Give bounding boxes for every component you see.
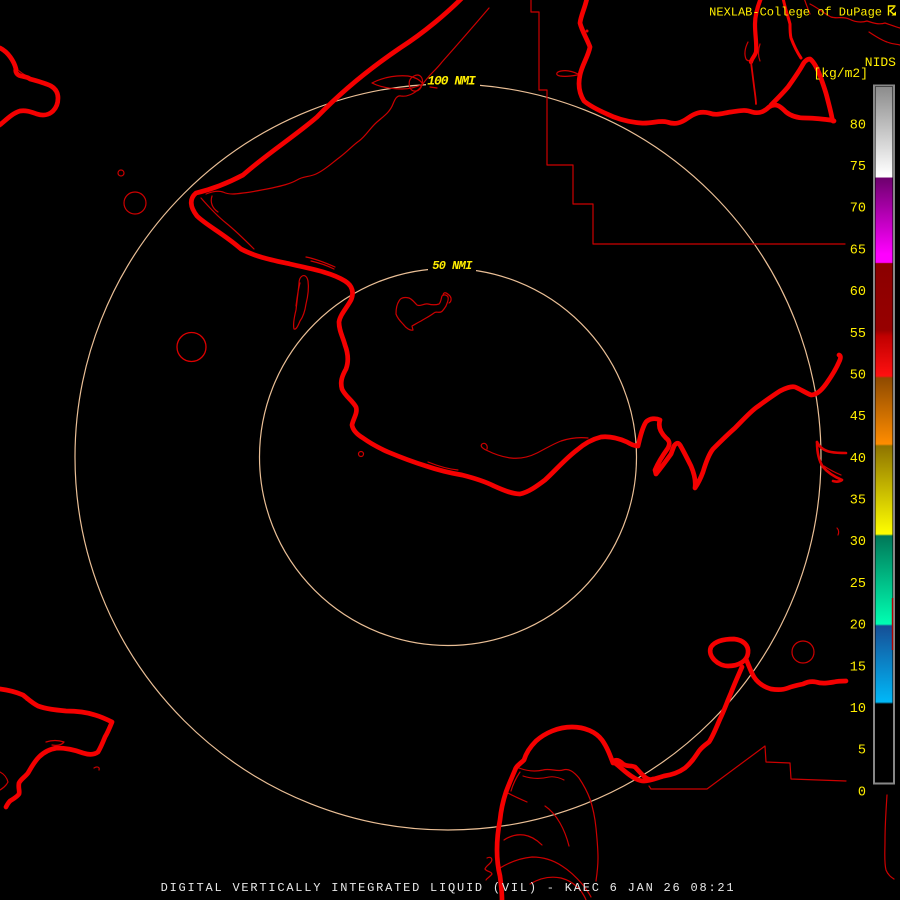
svg-text:40: 40 xyxy=(850,452,866,467)
svg-text:55: 55 xyxy=(850,327,866,342)
svg-text:50 NMI: 50 NMI xyxy=(432,259,473,273)
svg-text:70: 70 xyxy=(850,202,866,217)
svg-text:5: 5 xyxy=(858,744,866,759)
svg-text:20: 20 xyxy=(850,619,866,634)
svg-text:10: 10 xyxy=(850,702,866,717)
svg-text:35: 35 xyxy=(850,494,866,509)
svg-text:0: 0 xyxy=(858,785,866,800)
svg-text:[kg/m2]: [kg/m2] xyxy=(813,66,868,81)
svg-text:100 NMI: 100 NMI xyxy=(427,74,476,89)
svg-text:50: 50 xyxy=(850,368,866,383)
svg-text:75: 75 xyxy=(850,160,866,175)
svg-text:DIGITAL VERTICALLY INTEGRATED: DIGITAL VERTICALLY INTEGRATED LIQUID (VI… xyxy=(161,881,736,895)
svg-text:15: 15 xyxy=(850,660,866,675)
svg-text:25: 25 xyxy=(850,577,866,592)
svg-text:45: 45 xyxy=(850,410,866,425)
svg-text:NEXLAB-College of DuPage: NEXLAB-College of DuPage xyxy=(709,6,882,20)
svg-text:65: 65 xyxy=(850,243,866,258)
svg-text:30: 30 xyxy=(850,535,866,550)
svg-text:NIDS: NIDS xyxy=(865,55,896,70)
svg-text:80: 80 xyxy=(850,118,866,133)
svg-text:60: 60 xyxy=(850,285,866,300)
